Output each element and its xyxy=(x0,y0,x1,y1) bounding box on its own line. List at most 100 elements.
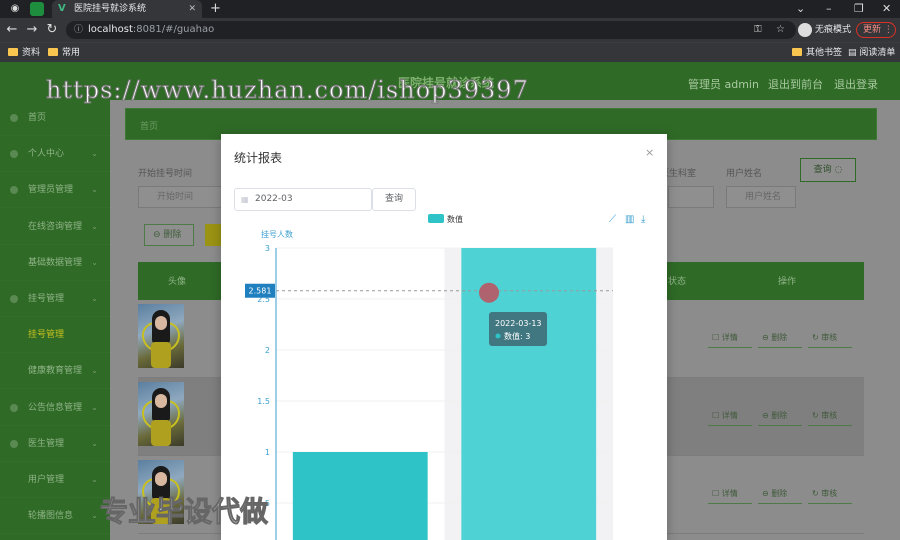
sidebar-item-9[interactable]: 医生管理 ⌄ xyxy=(0,426,110,462)
menu-icon xyxy=(10,150,18,159)
active-tab[interactable]: V 医院挂号就诊系统 ✕ xyxy=(52,0,202,18)
delete-button[interactable]: ⊖ 删除 xyxy=(144,224,194,246)
url-path: :8081/#/guahao xyxy=(132,24,215,35)
sidebar-item-label: 管理员管理 xyxy=(28,185,74,196)
new-tab-icon[interactable]: + xyxy=(210,0,221,18)
sidebar-item-10[interactable]: 用户管理 ⌄ xyxy=(0,462,110,498)
user-name-input[interactable]: 用户姓名 xyxy=(726,186,796,208)
avatar xyxy=(138,304,184,368)
chevron-down-icon: ⌄ xyxy=(91,366,98,376)
y-tick-label: 1.5 xyxy=(257,397,270,406)
chevron-down-icon: ⌄ xyxy=(91,511,98,521)
detail-icon: ☐ xyxy=(712,411,722,420)
legend-label: 数值 xyxy=(447,214,463,224)
back-icon[interactable]: ← xyxy=(3,21,21,39)
sidebar-item-label: 公告信息管理 xyxy=(28,402,83,413)
sidebar-item-2[interactable]: 管理员管理 ⌄ xyxy=(0,172,110,209)
delete-row-button[interactable]: ⊖ 删除 xyxy=(758,406,802,426)
tab-title: 医院挂号就诊系统 xyxy=(74,4,147,14)
chevron-down-icon: ⌄ xyxy=(91,149,98,159)
tab-search-icon[interactable]: ◉ xyxy=(8,2,22,16)
bookmark-other[interactable]: 其他书签 xyxy=(792,43,842,63)
sidebar-item-label: 轮播图信息 xyxy=(28,511,74,522)
reload-icon[interactable]: ↻ xyxy=(43,21,61,39)
user-name-filter-label: 用户姓名 xyxy=(726,169,763,179)
tooltip-line: 数值: 3 xyxy=(504,331,530,341)
site-info-icon[interactable]: ⓘ xyxy=(74,21,83,39)
delete-icon: ⊖ xyxy=(762,411,772,420)
col-actions: 操作 xyxy=(778,277,797,287)
logout-link[interactable]: 退出登录 xyxy=(834,76,878,92)
detail-button[interactable]: ☐ 详情 xyxy=(708,328,752,348)
sidebar-item-5[interactable]: 挂号管理 ⌄ xyxy=(0,281,110,317)
key-icon[interactable]: ⚿ xyxy=(754,21,762,39)
sidebar-item-label: 个人中心 xyxy=(28,149,65,160)
detail-button[interactable]: ☐ 详情 xyxy=(708,406,752,426)
tooltip-value: 3 xyxy=(525,332,530,341)
sidebar-item-6[interactable]: 挂号管理 xyxy=(0,317,110,354)
url-field[interactable]: ⓘ localhost:8081/#/guahao ⚿ ☆ xyxy=(66,21,796,39)
breadcrumb-home[interactable]: 首页 xyxy=(140,119,158,132)
legend-swatch xyxy=(428,214,444,223)
bookmark-star-icon[interactable]: ☆ xyxy=(776,21,785,39)
review-button[interactable]: ↻ 审核 xyxy=(808,484,852,504)
bar-chart: 00.511.522.53挂号人数数值2.5812022-03-13数值: 3 xyxy=(245,214,613,540)
sidebar-item-label: 医生管理 xyxy=(28,438,65,449)
address-bar-row: ← → ↻ ⓘ localhost:8081/#/guahao ⚿ ☆ 无痕模式… xyxy=(0,18,900,42)
vue-logo-icon: V xyxy=(58,3,66,14)
close-window-icon[interactable]: ✕ xyxy=(882,0,891,18)
app-viewport: 医院挂号就诊系统 管理员 admin 退出到前台 退出登录 首页 个人中心 ⌄ 管理员… xyxy=(0,62,900,540)
minimize-icon[interactable]: – xyxy=(826,0,832,18)
chevron-down-icon: ⌄ xyxy=(91,438,98,448)
tab-search-dropdown-icon[interactable]: ⌄ xyxy=(796,0,805,18)
sidebar-item-label: 首页 xyxy=(28,113,47,123)
sidebar-item-4[interactable]: 基础数据管理 ⌄ xyxy=(0,245,110,281)
pinned-tab-icon[interactable] xyxy=(30,2,44,16)
time-filter-label: 开始挂号时间 xyxy=(138,169,193,179)
url-watermark: https://www.huzhan.com/ishop39397 xyxy=(46,76,529,105)
chevron-down-icon: ⌄ xyxy=(91,257,98,267)
tooltip-category: 2022-03-13 xyxy=(495,319,542,328)
col-avatar: 头像 xyxy=(168,277,187,287)
bookmark-folder-0[interactable]: 资料 xyxy=(8,43,40,63)
chevron-down-icon: ⌄ xyxy=(91,402,98,412)
tab-close-icon[interactable]: ✕ xyxy=(188,0,196,18)
sidebar-item-7[interactable]: 健康教育管理 ⌄ xyxy=(0,353,110,390)
folder-icon xyxy=(792,48,802,56)
update-button[interactable]: 更新 ⋮ xyxy=(856,22,896,38)
text-watermark: 专业毕设代做 xyxy=(99,495,269,529)
delete-row-button[interactable]: ⊖ 删除 xyxy=(758,484,802,504)
incognito-indicator[interactable]: 无痕模式 xyxy=(798,22,851,38)
delete-icon: ⊖ xyxy=(762,489,772,498)
delete-icon: ⊖ xyxy=(153,230,164,240)
review-button[interactable]: ↻ 审核 xyxy=(808,328,852,348)
detail-button[interactable]: ☐ 详情 xyxy=(708,484,752,504)
folder-icon xyxy=(8,48,18,56)
reading-list[interactable]: ▤ 阅读清单 xyxy=(848,43,895,63)
sidebar-item-1[interactable]: 个人中心 ⌄ xyxy=(0,136,110,173)
sidebar-item-0[interactable]: 首页 xyxy=(0,100,110,136)
col-status: 状态 xyxy=(668,277,687,287)
delete-icon: ⊖ xyxy=(762,333,772,342)
restore-icon[interactable]: ❐ xyxy=(854,0,864,18)
review-icon: ↻ xyxy=(812,489,822,498)
sidebar-item-3[interactable]: 在线咨询管理 ⌄ xyxy=(0,209,110,245)
delete-row-button[interactable]: ⊖ 删除 xyxy=(758,328,802,348)
bookmark-folder-1[interactable]: 常用 xyxy=(48,43,80,63)
search-button[interactable]: 查询 ◌ xyxy=(800,158,856,182)
detail-icon: ☐ xyxy=(712,333,722,342)
sidebar-item-8[interactable]: 公告信息管理 ⌄ xyxy=(0,390,110,426)
sidebar-item-label: 用户管理 xyxy=(28,475,65,485)
sidebar: 首页 个人中心 ⌄ 管理员管理 ⌄ 在线咨询管理 ⌄ 基础数据管理 ⌄ 挂号管理 ⌄ 挂号管理 健康教育… xyxy=(0,100,110,540)
back-to-front-link[interactable]: 退出到前台 xyxy=(768,76,823,92)
review-button[interactable]: ↻ 审核 xyxy=(808,406,852,426)
sidebar-item-11[interactable]: 轮播图信息 ⌄ xyxy=(0,498,110,535)
sidebar-item-label: 挂号管理 xyxy=(28,330,65,341)
detail-icon: ☐ xyxy=(712,489,722,498)
doctor-select[interactable] xyxy=(668,186,714,208)
review-icon: ↻ xyxy=(812,411,822,420)
y-tick-label: 2 xyxy=(265,346,270,355)
hover-marker-icon xyxy=(479,282,499,303)
y-axis-label: 挂号人数 xyxy=(261,229,293,239)
forward-icon[interactable]: → xyxy=(23,21,41,39)
